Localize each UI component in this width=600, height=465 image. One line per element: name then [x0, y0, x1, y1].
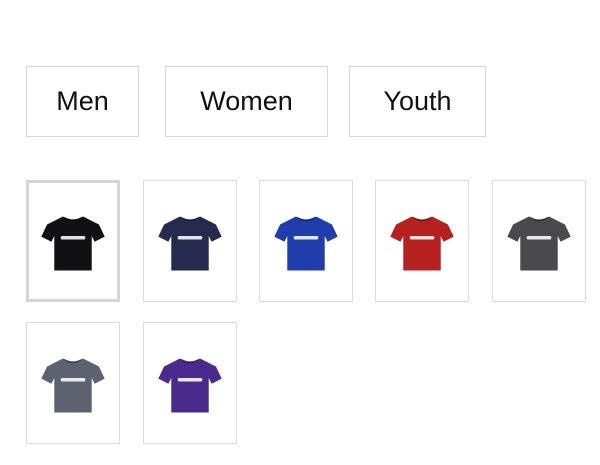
tshirt-body: [158, 358, 222, 413]
color-swatch[interactable]: [492, 180, 586, 302]
tshirt-body: [41, 358, 105, 413]
tshirt-icon: [41, 216, 105, 271]
tshirt-body: [274, 216, 338, 271]
shirt-logo-graphic: [409, 235, 435, 240]
tshirt-icon: [158, 216, 222, 271]
shirt-logo-graphic: [177, 235, 203, 240]
color-swatch[interactable]: [375, 180, 469, 302]
shirt-logo-graphic: [526, 235, 552, 240]
color-swatch[interactable]: [143, 180, 237, 302]
color-swatch[interactable]: [143, 322, 237, 444]
tshirt-body: [158, 216, 222, 271]
shirt-logo-graphic: [60, 235, 86, 240]
color-swatch[interactable]: [26, 180, 120, 302]
color-swatch[interactable]: [259, 180, 353, 302]
fit-option-men[interactable]: Men: [26, 66, 139, 137]
fit-option-women[interactable]: Women: [165, 66, 328, 137]
shirt-logo-graphic: [293, 235, 319, 240]
tshirt-icon: [274, 216, 338, 271]
fit-option-youth[interactable]: Youth: [349, 66, 486, 137]
tshirt-icon: [390, 216, 454, 271]
tshirt-body: [390, 216, 454, 271]
shirt-logo-graphic: [177, 377, 203, 382]
tshirt-body: [507, 216, 571, 271]
shirt-logo-graphic: [60, 377, 86, 382]
tshirt-icon: [41, 358, 105, 413]
tshirt-body: [41, 216, 105, 271]
tshirt-icon: [158, 358, 222, 413]
color-swatch[interactable]: [26, 322, 120, 444]
tshirt-icon: [507, 216, 571, 271]
